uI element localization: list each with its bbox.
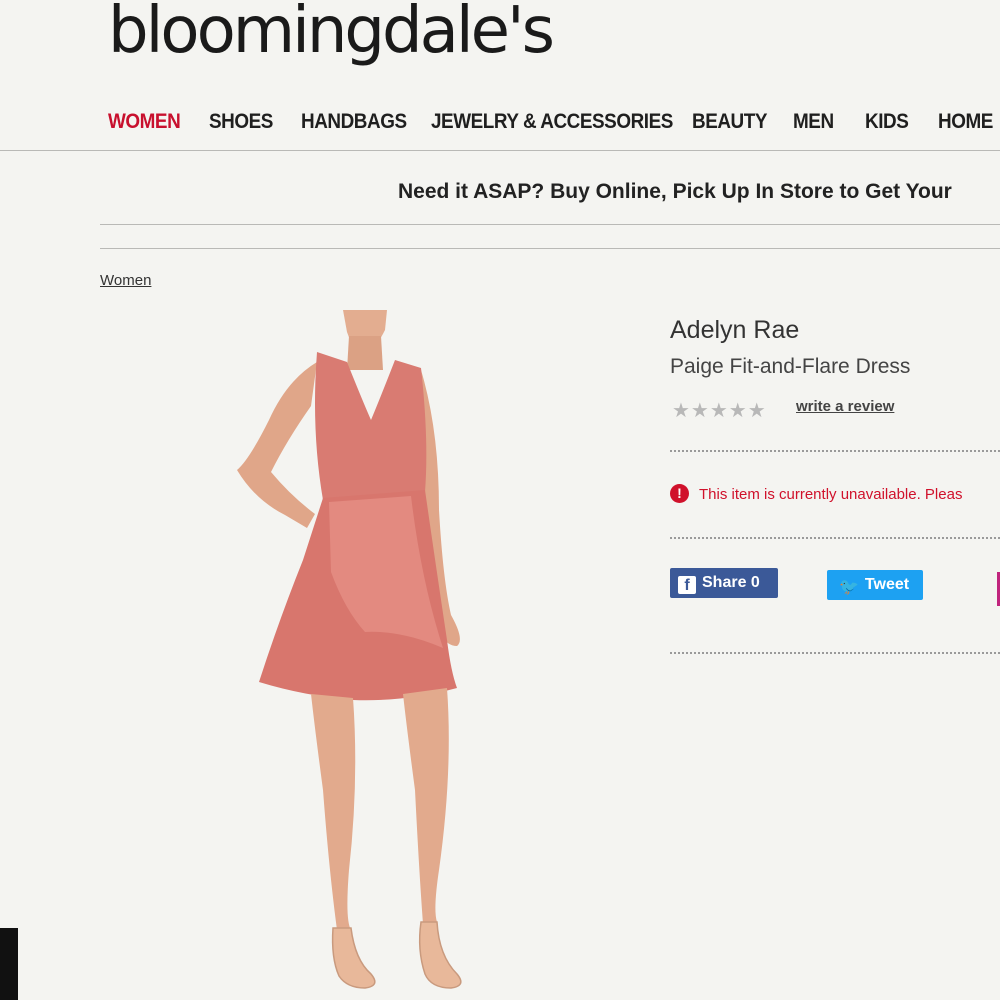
nav-jewelry-accessories[interactable]: JEWELRY & ACCESSORIES [431, 110, 673, 134]
tweet-button[interactable]: 🐦 Tweet [827, 570, 923, 600]
promo-divider-top [100, 224, 1000, 225]
twitter-bird-icon: 🐦 [839, 579, 859, 596]
dress-bodice [315, 352, 427, 500]
product-brand[interactable]: Adelyn Rae [670, 316, 799, 345]
nav-home[interactable]: HOME [938, 110, 993, 134]
nav-men[interactable]: MEN [793, 110, 834, 134]
promo-divider-bottom [100, 248, 1000, 249]
facebook-share-button[interactable]: f Share 0 [670, 568, 778, 598]
screen-bezel-corner [0, 928, 18, 1000]
product-image[interactable] [225, 310, 485, 1000]
nav-handbags[interactable]: HANDBAGS [301, 110, 407, 134]
divider-dotted [670, 450, 1000, 452]
nav-kids[interactable]: KIDS [865, 110, 909, 134]
product-name: Paige Fit-and-Flare Dress [670, 355, 911, 378]
divider-dotted [670, 652, 1000, 654]
model-left-leg [311, 694, 356, 930]
facebook-icon: f [678, 576, 696, 594]
alert-icon: ! [670, 484, 689, 503]
rating-stars: ★★★★★ [672, 400, 767, 422]
nav-beauty[interactable]: BEAUTY [692, 110, 767, 134]
model-left-shoe [331, 927, 376, 989]
model-left-arm [237, 362, 317, 528]
bloomingdales-logo[interactable]: bloomingdale's [108, 0, 555, 68]
model-right-leg [403, 688, 449, 924]
share-label: Share 0 [702, 574, 760, 591]
main-nav: WOMEN SHOES HANDBAGS JEWELRY & ACCESSORI… [0, 110, 1000, 146]
nav-women[interactable]: WOMEN [108, 110, 181, 134]
availability-message: This item is currently unavailable. Plea… [699, 486, 963, 503]
model-neck [347, 336, 383, 370]
promo-banner[interactable]: Need it ASAP? Buy Online, Pick Up In Sto… [398, 180, 952, 204]
nav-divider [0, 150, 1000, 151]
model-right-shoe [418, 921, 462, 989]
tweet-label: Tweet [864, 576, 910, 593]
divider-dotted [670, 537, 1000, 539]
nav-shoes[interactable]: SHOES [209, 110, 273, 134]
breadcrumb-women[interactable]: Women [100, 272, 151, 289]
write-review-link[interactable]: write a review [796, 398, 894, 415]
